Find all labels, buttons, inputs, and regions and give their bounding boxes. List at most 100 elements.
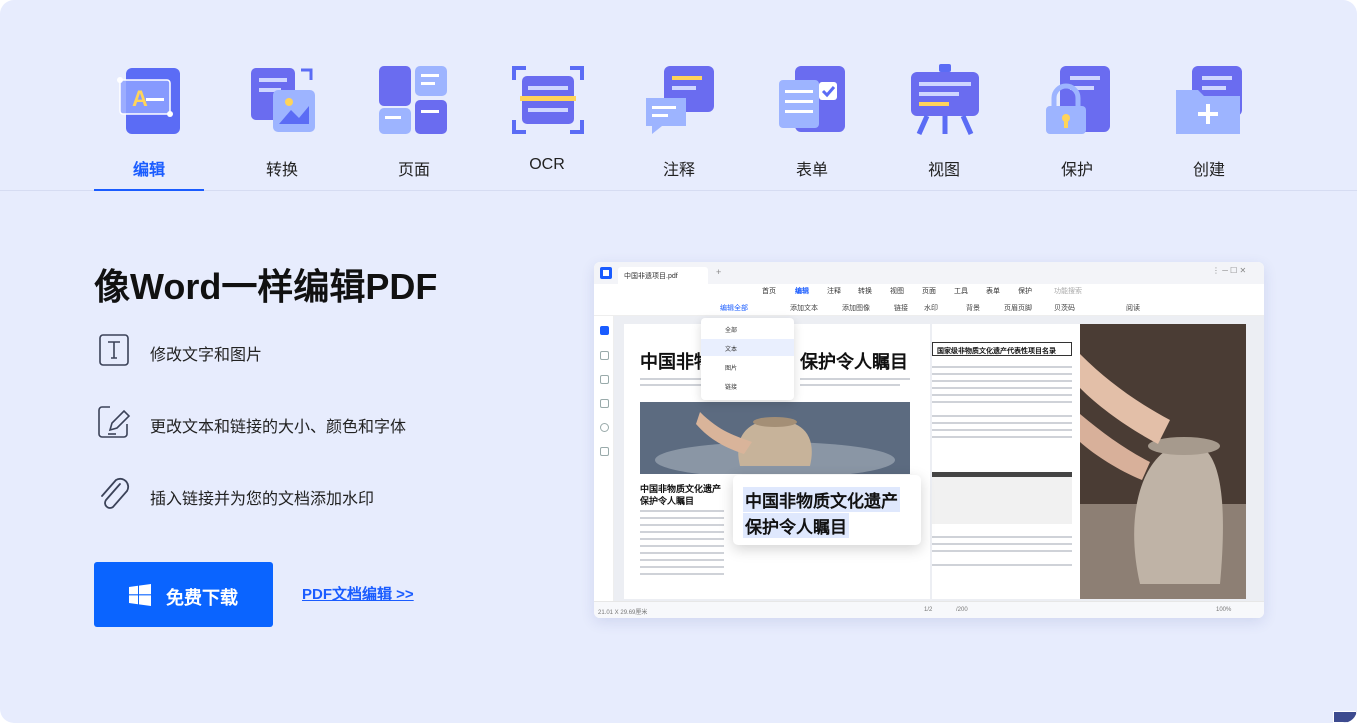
feature-tabs: A 编辑 转换 页面 OCR 注释 表单 视图 保护 创建	[0, 0, 1357, 191]
tab-label: 转换	[265, 162, 298, 179]
app-toolbar: 编辑全部 添加文本 添加图像 链接 水印 背景 页眉页脚 贝茨码 阅读	[594, 298, 1264, 316]
tab-label: 保护	[1060, 162, 1093, 179]
tab-protect[interactable]: 保护	[1022, 62, 1132, 190]
menu-item[interactable]: 表单	[986, 286, 1000, 296]
floating-corner-button[interactable]	[1333, 711, 1357, 723]
menu-item[interactable]: 页面	[922, 286, 936, 296]
page-number-input[interactable]: 1/2	[924, 607, 932, 613]
text-box-icon	[99, 334, 129, 366]
svg-text:A: A	[132, 86, 148, 111]
active-tab-indicator	[94, 189, 204, 191]
page-size-readout: 21.01 X 29.69厘米	[598, 610, 648, 616]
toolbar-item[interactable]: 编辑全部	[720, 303, 748, 313]
tab-label: 视图	[927, 162, 960, 179]
toolbar-item[interactable]: 添加文本	[790, 303, 818, 313]
layers-icon[interactable]	[600, 447, 609, 456]
document-tab[interactable]: 中国非遗项目.pdf	[618, 267, 708, 284]
tab-label: 表单	[795, 162, 828, 179]
pottery-photo	[640, 402, 910, 474]
callout-text[interactable]: 中国非物质文化遗产	[743, 487, 900, 512]
feature-search[interactable]: 功能搜索	[1054, 286, 1082, 296]
stats-table	[932, 472, 1072, 524]
tab-convert[interactable]: 转换	[227, 62, 337, 190]
window-controls-icon[interactable]: ⋮ ─ ☐ ✕	[1212, 266, 1246, 275]
toolbar-item[interactable]: 贝茨码	[1054, 303, 1075, 313]
potter-hands-photo	[1080, 324, 1246, 599]
tab-view[interactable]: 视图	[889, 62, 999, 190]
tab-create[interactable]: 创建	[1154, 62, 1264, 190]
text-edit-callout: 中国非物质文化遗产 保护令人瞩目	[733, 475, 921, 545]
menu-item[interactable]: 注释	[827, 286, 841, 296]
feature-text: 更改文本和链接的大小、颜色和字体	[150, 419, 407, 436]
tab-label: 编辑	[132, 162, 165, 179]
feature-text: 插入链接并为您的文档添加水印	[150, 491, 375, 508]
menu-item[interactable]: 转换	[858, 286, 872, 296]
page-heading-right: 保护令人瞩目	[800, 352, 908, 372]
app-status-bar: 21.01 X 29.69厘米 1/2 /200 100%	[594, 601, 1264, 618]
toolbar-item[interactable]: 阅读	[1126, 303, 1140, 313]
dropdown-option[interactable]: 链接	[701, 377, 794, 394]
app-sidebar	[594, 316, 614, 601]
toolbar-item[interactable]: 页眉页脚	[1004, 303, 1032, 313]
tab-label: OCR	[529, 156, 565, 173]
menu-item[interactable]: 保护	[1018, 286, 1032, 296]
feature-item: 插入链接并为您的文档添加水印	[96, 476, 516, 516]
edit-mode-dropdown: 全部 文本 图片 链接	[701, 318, 794, 400]
dropdown-option-selected[interactable]: 文本	[701, 339, 794, 356]
toolbar-item[interactable]: 背景	[966, 303, 980, 313]
section-heading-2: 保护令人瞩目	[640, 496, 695, 506]
menu-item[interactable]: 视图	[890, 286, 904, 296]
tab-annotate[interactable]: 注释	[624, 62, 734, 190]
ocr-icon	[512, 66, 584, 134]
new-tab-icon[interactable]: +	[716, 267, 721, 277]
toolbar-item[interactable]: 添加图像	[842, 303, 870, 313]
download-label: 免费下载	[166, 588, 238, 608]
menu-item[interactable]: 首页	[762, 286, 776, 296]
dropdown-option[interactable]: 图片	[701, 358, 794, 375]
page-total: /200	[956, 607, 968, 613]
right-page-heading: 国家级非物质文化遗产代表性项目名录	[932, 342, 1072, 356]
tab-label: 创建	[1192, 162, 1225, 179]
app-logo-icon	[600, 267, 612, 279]
edit-icon: A	[117, 68, 180, 134]
paperclip-icon	[101, 477, 130, 509]
zoom-level[interactable]: 100%	[1216, 607, 1231, 613]
create-icon	[1176, 66, 1242, 134]
pdf-edit-link[interactable]: PDF文档编辑 >>	[302, 583, 414, 604]
view-icon	[911, 64, 979, 136]
comment-icon[interactable]	[600, 375, 609, 384]
free-download-button[interactable]: 免费下载	[94, 562, 273, 627]
document-tab-label: 中国非遗项目.pdf	[624, 273, 678, 280]
protect-icon	[1046, 66, 1110, 134]
thumbnail-icon[interactable]	[600, 326, 609, 335]
toolbar-item[interactable]: 链接	[894, 303, 908, 313]
app-titlebar: 中国非遗项目.pdf + ⋮ ─ ☐ ✕	[594, 262, 1264, 284]
edit-pen-icon	[98, 406, 131, 438]
page-title: 像Word一样编辑PDF	[94, 266, 438, 307]
annotate-icon	[646, 66, 714, 134]
tab-ocr[interactable]: OCR	[492, 62, 602, 190]
feature-item: 修改文字和图片	[96, 332, 516, 372]
product-feature-panel: A 编辑 转换 页面 OCR 注释 表单 视图 保护 创建 像Word一样编辑P…	[0, 0, 1357, 723]
convert-icon	[251, 68, 315, 132]
callout-text[interactable]: 保护令人瞩目	[743, 513, 849, 538]
dropdown-option[interactable]: 全部	[701, 320, 794, 337]
toolbar-item[interactable]: 水印	[924, 303, 938, 313]
windows-icon	[129, 584, 151, 606]
feature-text: 修改文字和图片	[150, 347, 263, 364]
form-icon	[779, 66, 845, 132]
search-icon[interactable]	[600, 423, 609, 432]
document-page-right: 国家级非物质文化遗产代表性项目名录	[932, 324, 1246, 599]
pages-icon	[379, 66, 447, 134]
tab-pages[interactable]: 页面	[359, 62, 469, 190]
menu-item[interactable]: 工具	[954, 286, 968, 296]
app-screenshot-mockup: 中国非遗项目.pdf + ⋮ ─ ☐ ✕ 首页 编辑 注释 转换 视图 页面 工…	[594, 262, 1264, 618]
tab-label: 注释	[662, 162, 695, 179]
menu-item[interactable]: 编辑	[795, 286, 809, 296]
tab-form[interactable]: 表单	[757, 62, 867, 190]
tab-edit[interactable]: A 编辑	[94, 62, 204, 191]
tab-label: 页面	[397, 162, 430, 179]
bookmark-icon[interactable]	[600, 351, 609, 360]
feature-item: 更改文本和链接的大小、颜色和字体	[96, 404, 516, 444]
attachment-icon[interactable]	[600, 399, 609, 408]
